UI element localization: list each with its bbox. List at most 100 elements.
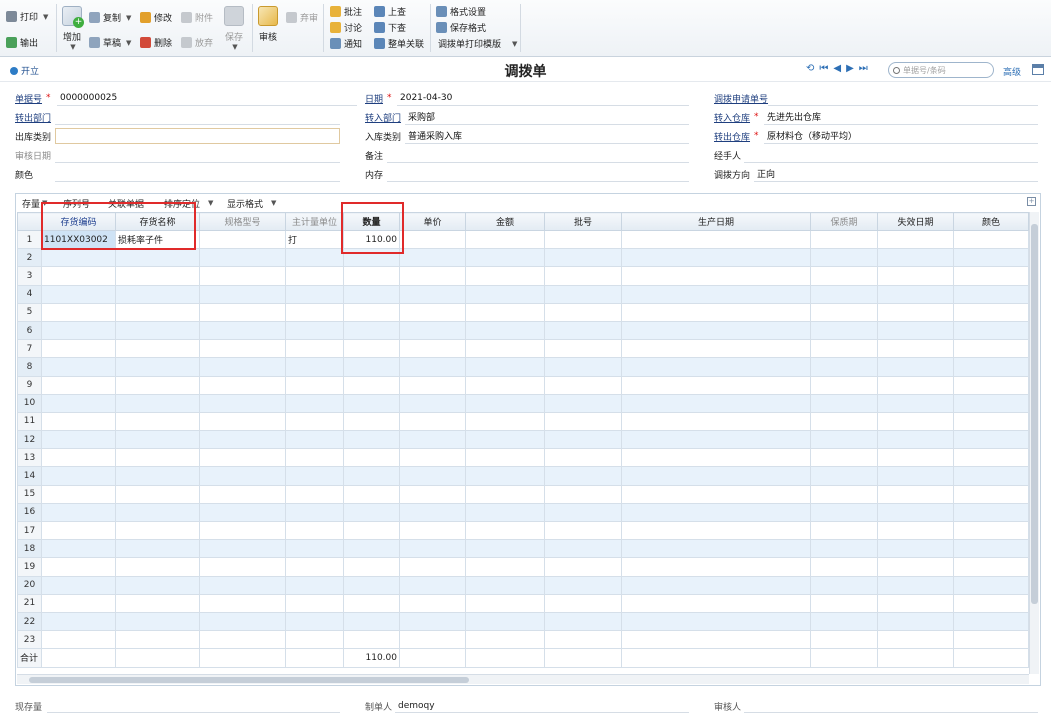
table-cell[interactable] (621, 520, 811, 541)
request-no-input[interactable] (768, 90, 1038, 106)
last-record-icon[interactable]: ⏭ (859, 63, 868, 74)
table-cell[interactable] (115, 611, 200, 632)
table-cell[interactable] (877, 502, 954, 523)
table-cell[interactable] (621, 284, 811, 304)
table-cell[interactable] (621, 375, 811, 395)
table-cell[interactable] (465, 575, 545, 595)
table-cell[interactable] (343, 611, 400, 632)
memory-input[interactable] (387, 166, 689, 182)
table-cell[interactable] (953, 284, 1029, 304)
table-cell[interactable] (115, 375, 200, 395)
column-header[interactable]: 数量 (343, 212, 400, 231)
next-record-icon[interactable]: ▶ (846, 63, 854, 74)
column-header[interactable]: 金额 (465, 212, 545, 231)
table-cell[interactable] (953, 393, 1029, 413)
table-cell[interactable] (343, 248, 400, 268)
annotate-button[interactable]: 批注 (330, 5, 362, 18)
table-cell[interactable] (343, 302, 400, 322)
refresh-icon[interactable]: ⟲ (806, 63, 814, 74)
table-cell[interactable] (399, 502, 466, 523)
table-cell[interactable] (199, 557, 286, 577)
table-cell[interactable] (41, 557, 116, 577)
table-cell[interactable] (41, 266, 116, 286)
table-cell[interactable] (810, 466, 878, 486)
table-cell[interactable] (115, 248, 200, 268)
table-cell[interactable] (285, 630, 344, 650)
table-row[interactable]: 21 (17, 593, 1029, 613)
table-cell[interactable] (877, 375, 954, 395)
table-cell[interactable] (343, 284, 400, 304)
table-cell[interactable] (199, 502, 286, 523)
table-cell[interactable] (285, 466, 344, 486)
table-cell[interactable] (544, 302, 622, 322)
table-cell[interactable] (343, 430, 400, 450)
table-cell[interactable] (465, 357, 545, 377)
table-cell[interactable] (810, 448, 878, 468)
table-cell[interactable] (621, 357, 811, 377)
table-cell[interactable] (877, 520, 954, 541)
table-row[interactable]: 8 (17, 357, 1029, 377)
table-cell[interactable] (953, 575, 1029, 595)
table-cell[interactable] (465, 557, 545, 577)
table-cell[interactable] (399, 411, 466, 432)
table-cell[interactable] (877, 593, 954, 613)
cell-quantity[interactable]: 110.00 (343, 229, 400, 250)
table-cell[interactable] (199, 539, 286, 559)
table-cell[interactable] (285, 520, 344, 541)
abandon-button[interactable]: 放弃 (181, 36, 213, 49)
table-cell[interactable] (41, 611, 116, 632)
table-cell[interactable] (199, 611, 286, 632)
table-cell[interactable] (465, 339, 545, 359)
doc-no-input[interactable]: 0000000025 (57, 90, 357, 106)
display-format-button[interactable]: 显示格式 ▼ (227, 197, 276, 210)
modify-button[interactable]: 修改 (140, 11, 172, 24)
table-row[interactable]: 15 (17, 484, 1029, 504)
table-cell[interactable] (199, 630, 286, 650)
table-cell[interactable] (41, 539, 116, 559)
notify-button[interactable]: 通知 (330, 37, 362, 50)
table-cell[interactable] (343, 502, 400, 523)
table-cell[interactable] (810, 393, 878, 413)
table-cell[interactable] (285, 266, 344, 286)
table-cell[interactable] (115, 393, 200, 413)
save-button[interactable]: 保存 ▼ (224, 6, 244, 51)
table-cell[interactable] (285, 611, 344, 632)
table-row[interactable]: 20 (17, 575, 1029, 595)
cell-shelf-life[interactable] (810, 229, 878, 250)
table-cell[interactable] (41, 248, 116, 268)
table-cell[interactable] (877, 320, 954, 341)
table-cell[interactable] (285, 320, 344, 341)
table-cell[interactable] (810, 302, 878, 322)
table-cell[interactable] (544, 430, 622, 450)
table-cell[interactable] (285, 593, 344, 613)
table-cell[interactable] (544, 284, 622, 304)
table-cell[interactable] (115, 466, 200, 486)
draft-button[interactable]: 草稿 ▼ (89, 36, 131, 49)
table-cell[interactable] (544, 557, 622, 577)
table-cell[interactable] (199, 375, 286, 395)
table-cell[interactable] (41, 484, 116, 504)
layout-icon[interactable] (1032, 64, 1044, 75)
table-cell[interactable] (343, 393, 400, 413)
table-cell[interactable] (399, 593, 466, 613)
column-header[interactable]: 规格型号 (199, 212, 286, 231)
table-cell[interactable] (465, 320, 545, 341)
table-cell[interactable] (399, 357, 466, 377)
table-cell[interactable] (285, 375, 344, 395)
in-dept-input[interactable]: 采购部 (405, 109, 689, 125)
table-cell[interactable] (285, 357, 344, 377)
table-cell[interactable] (41, 448, 116, 468)
table-cell[interactable] (953, 302, 1029, 322)
horizontal-scrollbar[interactable] (17, 674, 1029, 684)
out-dept-input[interactable] (55, 109, 340, 125)
discuss-button[interactable]: 讨论 (330, 21, 362, 34)
table-cell[interactable] (41, 430, 116, 450)
table-cell[interactable] (810, 630, 878, 650)
table-cell[interactable] (465, 411, 545, 432)
table-cell[interactable] (115, 411, 200, 432)
column-header[interactable]: 生产日期 (621, 212, 811, 231)
table-row[interactable]: 17 (17, 520, 1029, 541)
table-cell[interactable] (544, 320, 622, 341)
date-input[interactable]: 2021-04-30 (397, 90, 689, 106)
table-cell[interactable] (199, 393, 286, 413)
